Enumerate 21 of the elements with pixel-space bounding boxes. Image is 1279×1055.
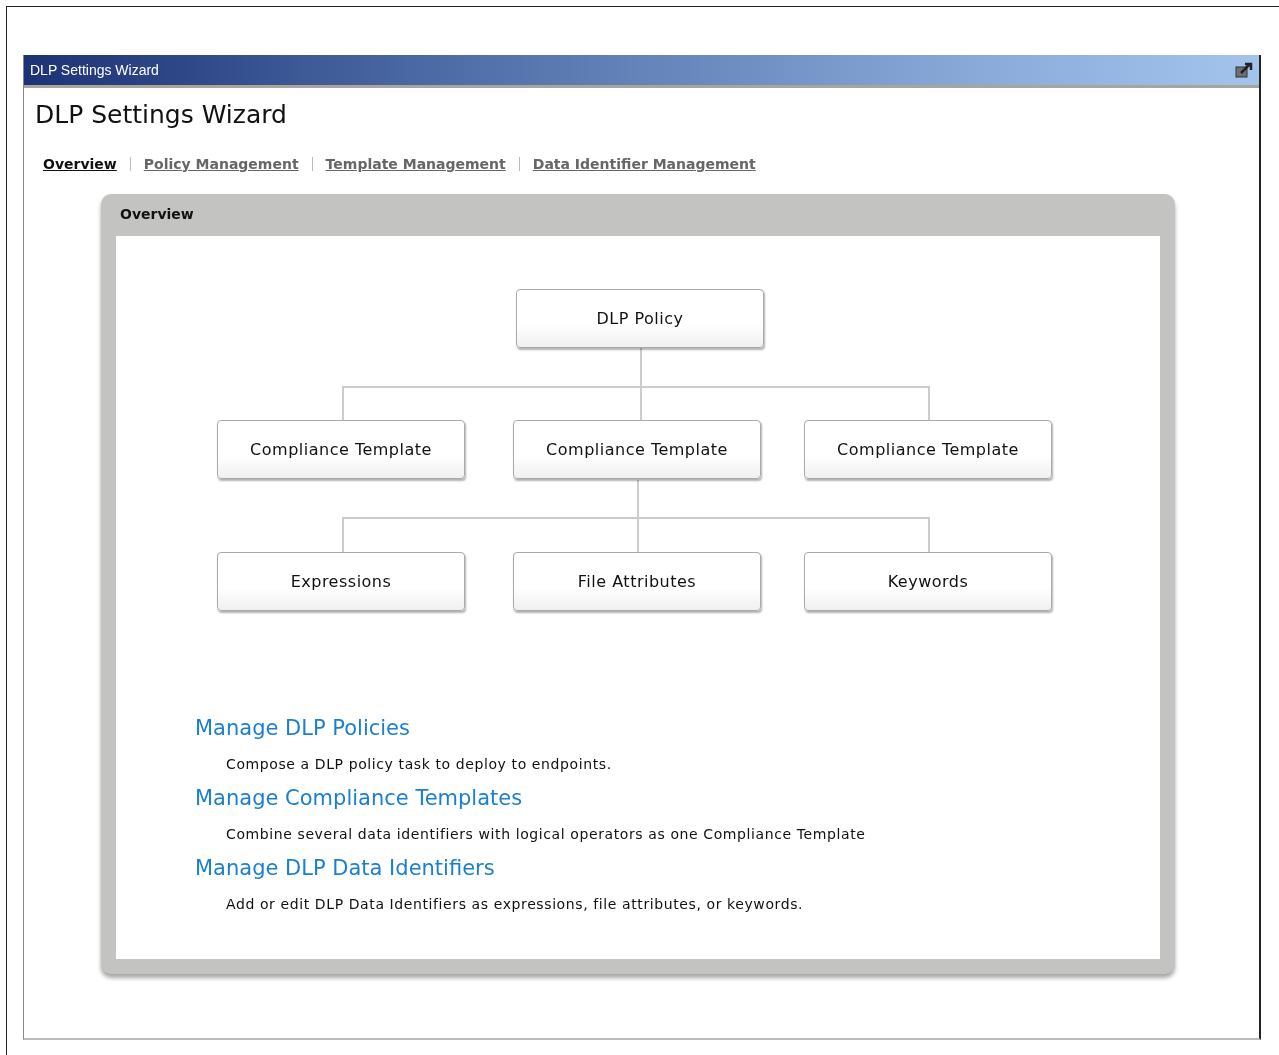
diagram-node: Compliance Template [804, 420, 1052, 479]
diagram-node: Keywords [804, 552, 1052, 611]
tab-link[interactable]: Template Management [325, 156, 506, 172]
window-title: DLP Settings Wizard [30, 62, 159, 78]
section-description: Compose a DLP policy task to deploy to endpoints. [226, 756, 613, 772]
tab-link[interactable]: Policy Management [143, 156, 299, 172]
diagram-node: DLP Policy [516, 289, 764, 348]
tab-link[interactable]: Overview [43, 156, 117, 172]
page-title: DLP Settings Wizard [35, 100, 288, 129]
diagram-node: File Attributes [513, 552, 761, 611]
section-link[interactable]: Manage DLP Policies [195, 716, 410, 740]
popout-icon[interactable] [1235, 61, 1253, 79]
tab-link[interactable]: Data Identifier Management [532, 156, 756, 172]
diagram-node: Compliance Template [217, 420, 465, 479]
section-link[interactable]: Manage Compliance Templates [195, 786, 523, 810]
diagram-node: Compliance Template [513, 420, 761, 479]
diagram-node: Expressions [217, 552, 465, 611]
panel-title: Overview [119, 205, 195, 224]
section-link[interactable]: Manage DLP Data Identifiers [195, 856, 495, 880]
section-description: Add or edit DLP Data Identifiers as expressions, file attributes, or keywords. [226, 896, 805, 912]
section-description: Combine several data identifiers with logical operators as one Compliance Template [226, 826, 867, 842]
